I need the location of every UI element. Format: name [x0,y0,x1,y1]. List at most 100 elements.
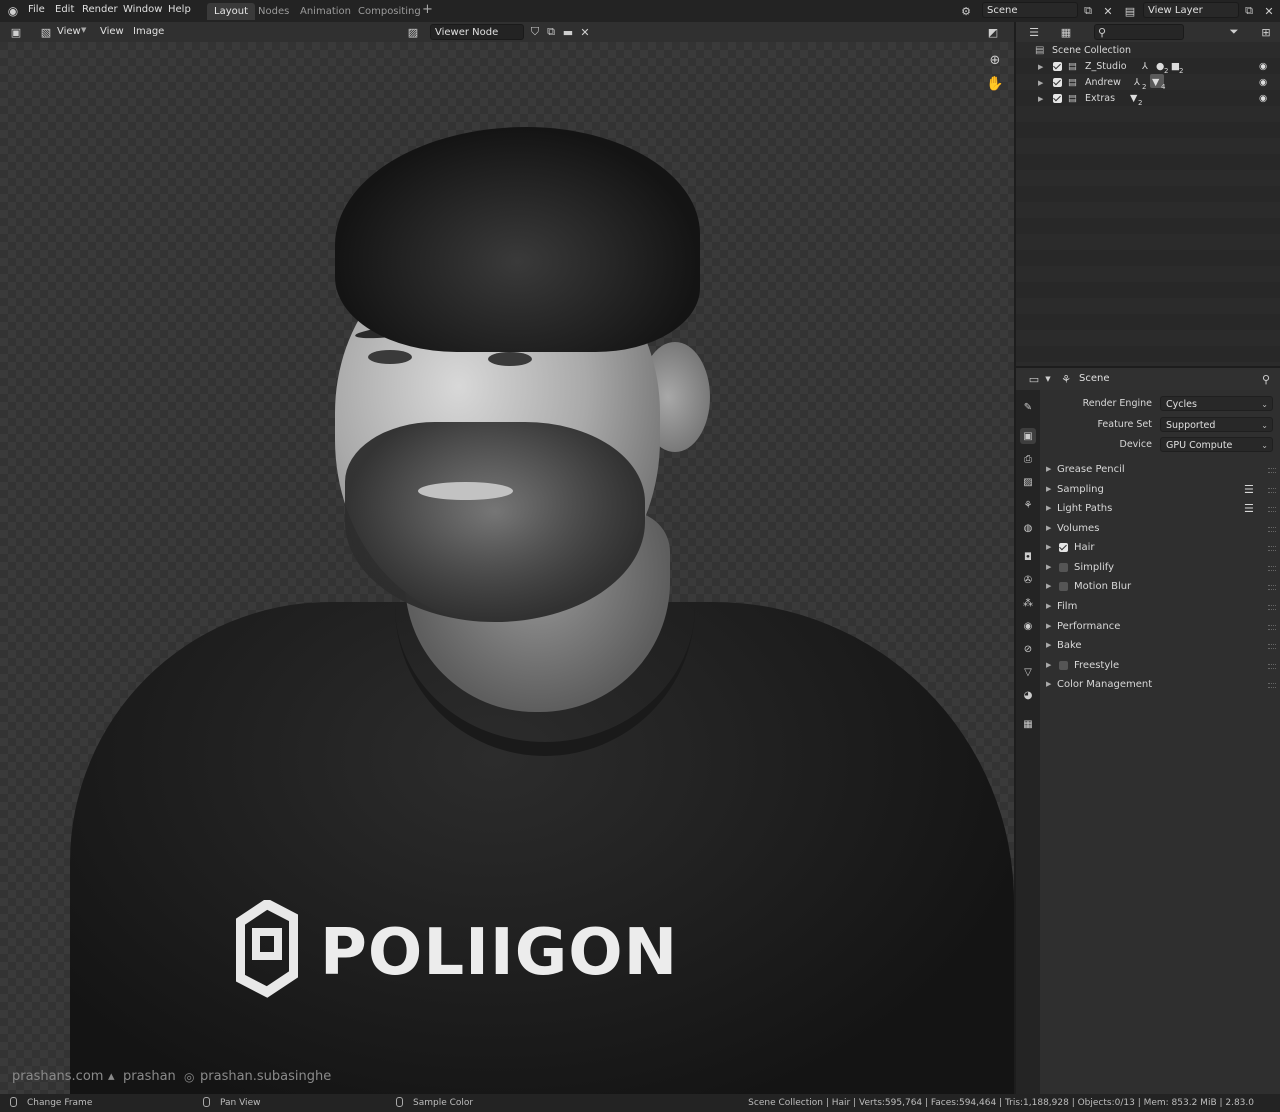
outliner-row-z-studio[interactable]: ▶ ▤ Z_Studio ⅄ ● 2 ■ 2 ◉ [1016,59,1280,75]
panel-bake[interactable]: ▶ Bake [1040,636,1280,655]
expand-arrow-icon[interactable]: ▶ [1038,75,1043,91]
new-scene-icon[interactable]: ⧉ [1080,3,1096,19]
tab-tool-icon[interactable]: ✎ [1020,399,1036,415]
open-folder-icon[interactable]: ▬ [560,24,576,40]
outliner-root-row[interactable]: ▤ Scene Collection [1016,43,1280,59]
view-layer-icon[interactable]: ▤ [1122,3,1138,19]
image-browse-icon[interactable]: ▨ [405,24,421,40]
drag-grip-icon[interactable] [1268,566,1276,571]
scene-name-field[interactable]: Scene [982,2,1078,18]
add-workspace-button[interactable]: + [422,2,433,17]
presets-list-icon[interactable]: ☰ [1244,480,1254,499]
tab-texture-icon[interactable]: ▦ [1020,716,1036,732]
exclude-checkbox[interactable] [1053,94,1062,103]
drag-grip-icon[interactable] [1268,664,1276,669]
menu-render[interactable]: Render [82,4,118,15]
exclude-checkbox[interactable] [1053,62,1062,71]
menu-help[interactable]: Help [168,4,191,15]
tab-material-icon[interactable]: ◕ [1020,687,1036,703]
zoom-icon[interactable]: ⊕ [987,52,1003,68]
panel-sampling[interactable]: ▶ Sampling ☰ [1040,480,1280,499]
render-engine-dropdown[interactable]: Cycles ⌄ [1160,396,1273,411]
tab-compositing[interactable]: Compositing [351,3,428,20]
fake-user-shield-icon[interactable]: ⛉ [527,24,543,40]
panel-grease-pencil[interactable]: ▶ Grease Pencil [1040,460,1280,479]
view-layer-field[interactable]: View Layer [1143,2,1239,18]
drag-grip-icon[interactable] [1268,644,1276,649]
presets-list-icon[interactable]: ☰ [1244,499,1254,518]
display-channels-icon[interactable]: ◩ [985,24,1001,40]
exclude-checkbox[interactable] [1053,78,1062,87]
outliner-row-extras[interactable]: ▶ ▤ Extras ▼ 2 ◉ [1016,91,1280,107]
panel-simplify[interactable]: ▶ Simplify [1040,558,1280,577]
menu-window[interactable]: Window [123,4,162,15]
tab-animation[interactable]: Animation [293,3,358,20]
new-collection-icon[interactable]: ⊞ [1258,24,1274,40]
eye-visibility-icon[interactable]: ◉ [1259,91,1267,107]
drag-grip-icon[interactable] [1268,625,1276,630]
view-mode-dropdown[interactable]: View [57,26,81,37]
expand-arrow-icon[interactable]: ▶ [1038,91,1043,107]
outliner-editor-type-icon[interactable]: ☰ [1026,24,1042,40]
panel-light-paths[interactable]: ▶ Light Paths ☰ [1040,499,1280,518]
tab-scene-icon[interactable]: ⚘ [1020,497,1036,513]
tab-nodes[interactable]: Nodes [251,3,296,20]
tab-object-icon[interactable]: ◘ [1020,549,1036,565]
tab-view-layer-icon[interactable]: ▨ [1020,474,1036,490]
editor-type-icon[interactable]: ▣ [8,24,24,40]
image-name-field[interactable]: Viewer Node [430,24,524,40]
panel-color-management[interactable]: ▶ Color Management [1040,675,1280,694]
image-viewport[interactable]: POLIIGON ⊕ ✋ prashans.com ▴ prashan ◎ pr… [0,42,1014,1094]
drag-grip-icon[interactable] [1268,585,1276,590]
drag-grip-icon[interactable] [1268,605,1276,610]
eye-visibility-icon[interactable]: ◉ [1259,59,1267,75]
pin-icon[interactable]: ⚲ [1258,371,1274,387]
outliner-row-andrew[interactable]: ▶ ▤ Andrew ⅄ 2 ▼ 4 ◉ [1016,74,1280,91]
menu-view[interactable]: View [100,26,124,37]
menu-image[interactable]: Image [133,26,164,37]
tab-render-icon[interactable]: ▣ [1020,428,1036,444]
delete-view-layer-icon[interactable]: ✕ [1261,3,1277,19]
tab-object-data-icon[interactable]: ▽ [1020,664,1036,680]
simplify-checkbox[interactable] [1059,563,1068,572]
display-mode-icon[interactable]: ▦ [1058,24,1074,40]
panel-film[interactable]: ▶ Film [1040,597,1280,616]
device-dropdown[interactable]: GPU Compute ⌄ [1160,437,1273,452]
motion-blur-checkbox[interactable] [1059,582,1068,591]
new-image-icon[interactable]: ⧉ [543,24,559,40]
filter-icon[interactable]: ⏷ [1226,24,1242,40]
panel-freestyle[interactable]: ▶ Freestyle [1040,656,1280,675]
tab-output-icon[interactable]: ⎙ [1020,451,1036,467]
hair-checkbox[interactable] [1059,543,1068,552]
drag-grip-icon[interactable] [1268,527,1276,532]
panel-performance[interactable]: ▶ Performance [1040,617,1280,636]
unlink-image-icon[interactable]: ✕ [577,24,593,40]
panel-motion-blur[interactable]: ▶ Motion Blur [1040,577,1280,596]
drag-grip-icon[interactable] [1268,488,1276,493]
freestyle-checkbox[interactable] [1059,661,1068,670]
drag-grip-icon[interactable] [1268,507,1276,512]
drag-grip-icon[interactable] [1268,546,1276,551]
chevron-down-icon[interactable]: ▼ [1040,371,1056,387]
panel-volumes[interactable]: ▶ Volumes [1040,519,1280,538]
pan-hand-icon[interactable]: ✋ [986,76,1003,92]
delete-scene-icon[interactable]: ✕ [1100,3,1116,19]
tab-world-icon[interactable]: ◍ [1020,520,1036,536]
image-mode-icon[interactable]: ▧ [38,24,54,40]
tab-layout[interactable]: Layout [207,3,255,20]
drag-grip-icon[interactable] [1268,683,1276,688]
tab-physics-icon[interactable]: ◉ [1020,618,1036,634]
menu-file[interactable]: File [28,4,45,15]
scene-selector-icon[interactable]: ⚙ [958,3,974,19]
blender-logo-icon[interactable]: ◉ [5,3,21,19]
tab-modifier-wrench-icon[interactable]: ✇ [1020,572,1036,588]
menu-edit[interactable]: Edit [55,4,74,15]
tab-constraints-icon[interactable]: ⊘ [1020,641,1036,657]
tab-particles-icon[interactable]: ⁂ [1020,595,1036,611]
eye-visibility-icon[interactable]: ◉ [1259,75,1267,91]
feature-set-dropdown[interactable]: Supported ⌄ [1160,417,1273,432]
drag-grip-icon[interactable] [1268,468,1276,473]
panel-hair[interactable]: ▶ Hair [1040,538,1280,557]
expand-arrow-icon[interactable]: ▶ [1038,59,1043,75]
new-view-layer-icon[interactable]: ⧉ [1241,3,1257,19]
